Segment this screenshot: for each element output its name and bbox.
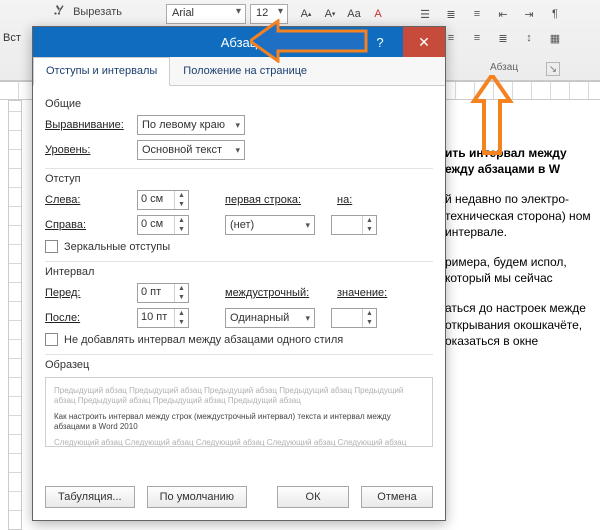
nospace-label: Не добавлять интервал между абзацами одн…	[64, 334, 343, 346]
paragraph-dialog-launcher[interactable]: ↘	[546, 62, 560, 76]
linespacing-value-spinner[interactable]: ▲▼	[331, 308, 377, 328]
dialog-title: Абзац	[221, 35, 257, 50]
firstline-by-spinner[interactable]: ▲▼	[331, 215, 377, 235]
cut-button[interactable]: Вырезать	[52, 3, 122, 18]
group-indent-label: Отступ	[45, 173, 433, 185]
ok-button[interactable]: ОК	[277, 486, 349, 508]
dialog-titlebar: Абзац ? ✕	[33, 27, 445, 57]
linespacing-value-label: значение:	[337, 287, 387, 299]
down-arrow-icon: ▼	[175, 200, 188, 209]
level-label: Уровень:	[45, 144, 131, 156]
spacing-before-spinner[interactable]: 0 пт▲▼	[137, 283, 189, 303]
vertical-ruler	[8, 100, 22, 530]
shrink-font-button[interactable]: A▾	[319, 4, 341, 24]
linespacing-label: междустрочный:	[225, 287, 311, 299]
indent-left-spinner[interactable]: 0 см▲▼	[137, 190, 189, 210]
clear-formatting-button[interactable]: A	[367, 4, 389, 24]
increase-indent-button[interactable]: ⇥	[518, 4, 540, 24]
shading-button[interactable]: ▦	[544, 28, 566, 48]
paragraph-dialog: Абзац ? ✕ Отступы и интервалы Положение …	[32, 26, 446, 521]
mirror-indents-label: Зеркальные отступы	[64, 241, 170, 253]
level-select[interactable]: Основной текст	[137, 140, 245, 160]
paste-hint: Вст	[3, 32, 21, 44]
numbering-button[interactable]: ≣	[440, 4, 462, 24]
alignment-label: Выравнивание:	[45, 119, 131, 131]
help-button[interactable]: ?	[359, 27, 401, 57]
indent-left-label: Слева:	[45, 194, 131, 206]
tabs-button[interactable]: Табуляция...	[45, 486, 135, 508]
indent-right-label: Справа:	[45, 219, 131, 231]
dialog-tabs: Отступы и интервалы Положение на страниц…	[33, 57, 445, 86]
indent-right-spinner[interactable]: 0 см▲▼	[137, 215, 189, 235]
group-spacing-label: Интервал	[45, 266, 433, 278]
close-button[interactable]: ✕	[403, 27, 445, 57]
up-arrow-icon: ▲	[175, 191, 188, 200]
firstline-label: первая строка:	[225, 194, 311, 206]
spacing-before-label: Перед:	[45, 287, 131, 299]
paragraph-group-label: Абзац	[490, 62, 518, 73]
show-marks-button[interactable]: ¶	[544, 4, 566, 24]
linespacing-select[interactable]: Одинарный	[225, 308, 315, 328]
dialog-buttonbar: Табуляция... По умолчанию ОК Отмена	[33, 476, 445, 520]
mirror-indents-checkbox[interactable]: Зеркальные отступы	[45, 240, 433, 253]
group-sample-label: Образец	[45, 359, 433, 371]
spacing-after-label: После:	[45, 312, 131, 324]
tab-indents[interactable]: Отступы и интервалы	[33, 57, 170, 86]
line-spacing-button[interactable]: ↕	[518, 28, 540, 48]
align-right-button[interactable]: ≡	[466, 28, 488, 48]
font-size-select[interactable]: 12	[250, 4, 288, 24]
bullets-button[interactable]: ☰	[414, 4, 436, 24]
dialog-panel: Общие Выравнивание: По левому краю Урове…	[33, 86, 445, 447]
checkbox-icon	[45, 333, 58, 346]
sample-preview: Предыдущий абзац Предыдущий абзац Предыд…	[45, 377, 433, 447]
group-general-label: Общие	[45, 98, 433, 110]
spacing-after-spinner[interactable]: 10 пт▲▼	[137, 308, 189, 328]
font-name-select[interactable]: Arial	[166, 4, 246, 24]
cancel-button[interactable]: Отмена	[361, 486, 433, 508]
decrease-indent-button[interactable]: ⇤	[492, 4, 514, 24]
justify-button[interactable]: ≣	[492, 28, 514, 48]
firstline-select[interactable]: (нет)	[225, 215, 315, 235]
firstline-by-label: на:	[337, 194, 352, 206]
alignment-select[interactable]: По левому краю	[137, 115, 245, 135]
grow-font-button[interactable]: A▴	[295, 4, 317, 24]
multilevel-button[interactable]: ≡	[466, 4, 488, 24]
nospace-same-style-checkbox[interactable]: Не добавлять интервал между абзацами одн…	[45, 333, 433, 346]
tab-pageposition[interactable]: Положение на странице	[170, 57, 320, 85]
document-body: ить интервал междуежду абзацами в W й не…	[445, 145, 600, 363]
font-group: Arial 12 A▴ A▾ Aa A	[166, 4, 389, 24]
close-icon: ✕	[418, 34, 430, 51]
change-case-button[interactable]: Aa	[343, 4, 365, 24]
default-button[interactable]: По умолчанию	[147, 486, 247, 508]
checkbox-icon	[45, 240, 58, 253]
cut-label: Вырезать	[73, 6, 122, 18]
scissors-icon	[52, 3, 66, 17]
